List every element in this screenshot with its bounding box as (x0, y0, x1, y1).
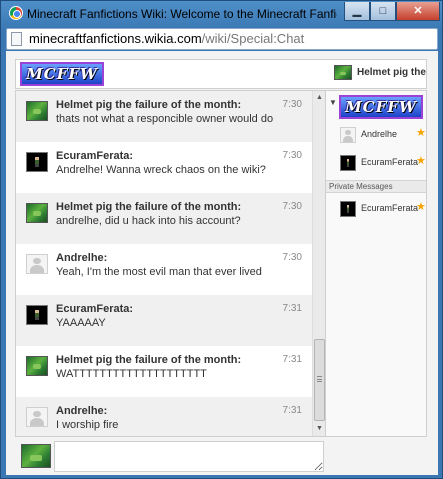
close-button[interactable]: ✕ (396, 2, 440, 21)
browser-window: Minecraft Fanfictions Wiki: Welcome to t… (0, 0, 443, 479)
message-scrollbar[interactable]: ▲ ▼ (312, 91, 325, 436)
message-author[interactable]: EcuramFerata: (56, 303, 133, 315)
current-user-name[interactable]: Helmet pig the ... (357, 67, 427, 78)
message-time: 7:30 (282, 252, 302, 263)
url-text[interactable]: minecraftfanfictions.wikia.com/wiki/Spec… (29, 31, 304, 46)
character-avatar-icon[interactable] (26, 152, 48, 172)
private-message-item[interactable]: EcuramFerata ★ (326, 198, 426, 222)
star-icon: ★ (416, 201, 426, 213)
member-name: EcuramFerata (361, 157, 419, 167)
grip-icon (317, 376, 322, 382)
collapse-arrow-icon[interactable]: ▼ (329, 98, 337, 107)
message-input[interactable] (54, 441, 324, 472)
default-avatar-icon (340, 127, 356, 143)
member-name: EcuramFerata (361, 203, 419, 213)
chat-message: Andrelhe: Yeah, I'm the most evil man tha… (16, 244, 312, 295)
message-text: andrelhe, did u hack into his account? (56, 215, 241, 227)
message-author[interactable]: EcuramFerata: (56, 150, 133, 162)
chat-header: MCFFW Helmet pig the ... (15, 59, 427, 89)
message-time: 7:30 (282, 150, 302, 161)
message-time: 7:31 (282, 405, 302, 416)
chat-message: EcuramFerata: Andrelhe! Wanna wreck chaos… (16, 142, 312, 193)
maximize-button[interactable]: □ (370, 2, 396, 21)
star-icon: ★ (416, 155, 426, 167)
member-list-item[interactable]: Andrelhe ★ (326, 124, 426, 148)
wiki-logo[interactable]: MCFFW (20, 62, 104, 86)
message-text: WATTTTTTTTTTTTTTTTTTTT (56, 368, 207, 380)
message-author[interactable]: Andrelhe: (56, 252, 107, 264)
chat-message: EcuramFerata: YAAAAAY 7:31 (16, 295, 312, 346)
room-logo[interactable]: MCFFW (339, 95, 423, 119)
chat-message: Helmet pig the failure of the month: that… (16, 91, 312, 142)
scroll-down-arrow-icon[interactable]: ▼ (313, 422, 325, 436)
character-avatar-icon (340, 155, 356, 171)
character-avatar-icon[interactable] (26, 305, 48, 325)
chat-message: Helmet pig the failure of the month: WATT… (16, 346, 312, 397)
message-text: Andrelhe! Wanna wreck chaos on the wiki? (56, 164, 266, 176)
message-author[interactable]: Helmet pig the failure of the month: (56, 354, 241, 366)
member-name: Andrelhe (361, 129, 398, 139)
pig-avatar-icon (21, 444, 51, 468)
default-avatar-icon[interactable] (26, 254, 48, 274)
character-avatar-icon (340, 201, 356, 217)
pig-avatar-icon (334, 65, 352, 80)
window-title: Minecraft Fanfictions Wiki: Welcome to t… (27, 7, 337, 21)
private-messages-header: Private Messages (326, 180, 426, 193)
user-list-sidebar: ▼ MCFFW Andrelhe ★ EcuramFerata ★ Private M… (326, 90, 427, 437)
scroll-thumb[interactable] (314, 339, 325, 421)
title-bar[interactable]: Minecraft Fanfictions Wiki: Welcome to t… (1, 1, 442, 27)
pig-avatar-icon[interactable] (26, 356, 48, 376)
member-list-item[interactable]: EcuramFerata ★ (326, 152, 426, 176)
page-icon (11, 32, 22, 46)
message-time: 7:31 (282, 354, 302, 365)
message-time: 7:30 (282, 201, 302, 212)
message-text: I worship fire (56, 419, 119, 431)
chat-page: MCFFW Helmet pig the ... Helmet pig the … (6, 51, 438, 475)
message-time: 7:31 (282, 303, 302, 314)
scroll-up-arrow-icon[interactable]: ▲ (313, 91, 325, 105)
default-avatar-icon[interactable] (26, 407, 48, 427)
chrome-icon (9, 6, 23, 20)
message-author[interactable]: Helmet pig the failure of the month: (56, 99, 241, 111)
message-text: YAAAAAY (56, 317, 106, 329)
minimize-button[interactable]: ▁ (344, 2, 370, 21)
url-path: /wiki/Special:Chat (201, 31, 305, 46)
chat-message: Helmet pig the failure of the month: andr… (16, 193, 312, 244)
chat-message: Andrelhe: I worship fire 7:31 (16, 397, 312, 436)
pig-avatar-icon[interactable] (26, 101, 48, 121)
address-bar[interactable]: minecraftfanfictions.wikia.com/wiki/Spec… (6, 28, 438, 50)
message-author[interactable]: Andrelhe: (56, 405, 107, 417)
message-list: Helmet pig the failure of the month: that… (15, 90, 326, 437)
message-text: Yeah, I'm the most evil man that ever li… (56, 266, 262, 278)
url-domain: minecraftfanfictions.wikia.com (29, 31, 202, 46)
star-icon: ★ (416, 127, 426, 139)
pig-avatar-icon[interactable] (26, 203, 48, 223)
message-author[interactable]: Helmet pig the failure of the month: (56, 201, 241, 213)
message-text: thats not what a responcible owner would… (56, 113, 274, 125)
composer-area (15, 440, 427, 473)
message-time: 7:30 (282, 99, 302, 110)
